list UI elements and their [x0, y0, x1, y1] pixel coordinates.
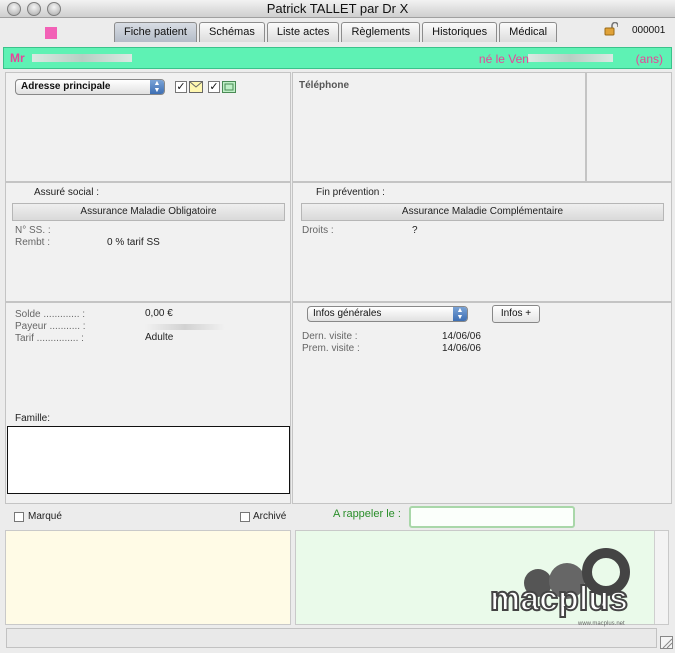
infos-plus-button[interactable]: Infos + — [492, 305, 540, 323]
billing-panel: Solde ............. : 0,00 € Payeur ....… — [5, 302, 291, 504]
droits-label: Droits : — [302, 225, 334, 236]
rembt-label: Rembt : — [15, 237, 51, 248]
rembt-value: 0 % tarif SS — [107, 237, 160, 248]
tab-historiques[interactable]: Historiques — [422, 22, 498, 42]
born-prefix: né le Ven — [478, 52, 529, 66]
print-checkbox[interactable]: ✓ — [208, 81, 220, 93]
popup-arrows-icon: ▲ ▼ — [150, 80, 164, 94]
payeur-label: Payeur ........... : — [15, 321, 86, 332]
amo-button[interactable]: Assurance Maladie Obligatoire — [12, 203, 285, 221]
tab-medical[interactable]: Médical — [499, 22, 558, 42]
infos-select[interactable]: Infos générales ▲ ▼ — [307, 306, 468, 322]
status-bar — [6, 628, 657, 648]
age-suffix: ans) — [639, 52, 663, 66]
label-icon — [222, 81, 236, 93]
prem-visite-label: Prem. visite : — [302, 343, 360, 354]
birth-info: né le Ven (ans) — [479, 52, 663, 66]
solde-label: Solde ............. : — [15, 309, 86, 320]
address-panel: Adresse principale ▲ ▼ ✓ ✓ — [5, 72, 291, 182]
resize-grip-icon[interactable] — [660, 636, 673, 649]
notes-yellow-area[interactable] — [5, 530, 291, 625]
dern-visite-label: Dern. visite : — [302, 331, 358, 342]
notes-scrollbar[interactable] — [654, 531, 668, 624]
tab-reglements[interactable]: Règlements — [341, 22, 421, 42]
tarif-value: Adulte — [145, 332, 174, 343]
patient-banner: Mr né le Ven (ans) — [3, 47, 672, 69]
archive-label: Archivé — [253, 511, 287, 522]
droits-value: ? — [412, 225, 418, 236]
phone-panel: Téléphone — [292, 72, 586, 182]
patient-color-tag[interactable] — [45, 27, 57, 39]
amc-button[interactable]: Assurance Maladie Complémentaire — [301, 203, 664, 221]
svg-text:macplus: macplus — [490, 580, 628, 618]
photo-panel — [586, 72, 672, 182]
assure-social-label: Assuré social : — [34, 187, 100, 198]
tab-fiche-patient[interactable]: Fiche patient — [114, 22, 197, 42]
rappel-label: A rappeler le : — [333, 508, 401, 520]
fin-prevention-label: Fin prévention : — [316, 187, 385, 198]
tab-bar: Fiche patient Schémas Liste actes Règlem… — [114, 22, 559, 42]
dern-visite-value: 14/06/06 — [442, 331, 481, 342]
nss-label: N° SS. : — [15, 225, 51, 236]
unlocked-padlock-icon[interactable] — [604, 22, 618, 36]
patient-civility: Mr — [10, 51, 25, 65]
phone-label: Téléphone — [299, 80, 350, 91]
popup-arrows-icon: ▲ ▼ — [453, 307, 467, 321]
solde-value: 0,00 € — [145, 308, 173, 319]
marque-checkbox[interactable] — [14, 512, 24, 522]
record-number: 000001 — [632, 25, 666, 36]
prem-visite-value: 14/06/06 — [442, 343, 481, 354]
macplus-url: www.macplus.net — [577, 621, 625, 627]
window-title: Patrick TALLET par Dr X — [266, 1, 409, 16]
redacted-payeur — [145, 324, 225, 330]
tab-liste-actes[interactable]: Liste actes — [266, 22, 340, 42]
tab-schemas[interactable]: Schémas — [198, 22, 265, 42]
envelope-icon — [189, 81, 203, 93]
address-type-value: Adresse principale — [21, 81, 111, 92]
infos-panel: Infos générales ▲ ▼ Infos + Dern. visite … — [292, 302, 672, 504]
amo-panel: Assuré social : Assurance Maladie Obliga… — [5, 182, 291, 302]
famille-textarea[interactable] — [7, 426, 290, 494]
address-type-select[interactable]: Adresse principale ▲ ▼ — [15, 79, 165, 95]
infos-select-value: Infos générales — [313, 308, 382, 319]
amc-panel: Fin prévention : Assurance Maladie Compl… — [292, 182, 672, 302]
rappel-date-input[interactable] — [409, 506, 575, 528]
macplus-logo-icon: macplus www.macplus.net — [489, 548, 630, 627]
famille-label: Famille: — [15, 413, 51, 424]
redacted-name — [32, 54, 132, 62]
marque-label: Marqué — [28, 511, 62, 522]
title-bar: Patrick TALLET par Dr X — [0, 0, 675, 18]
tarif-label: Tarif ............... : — [15, 333, 84, 344]
mail-checkbox[interactable]: ✓ — [175, 81, 187, 93]
archive-checkbox[interactable] — [240, 512, 250, 522]
